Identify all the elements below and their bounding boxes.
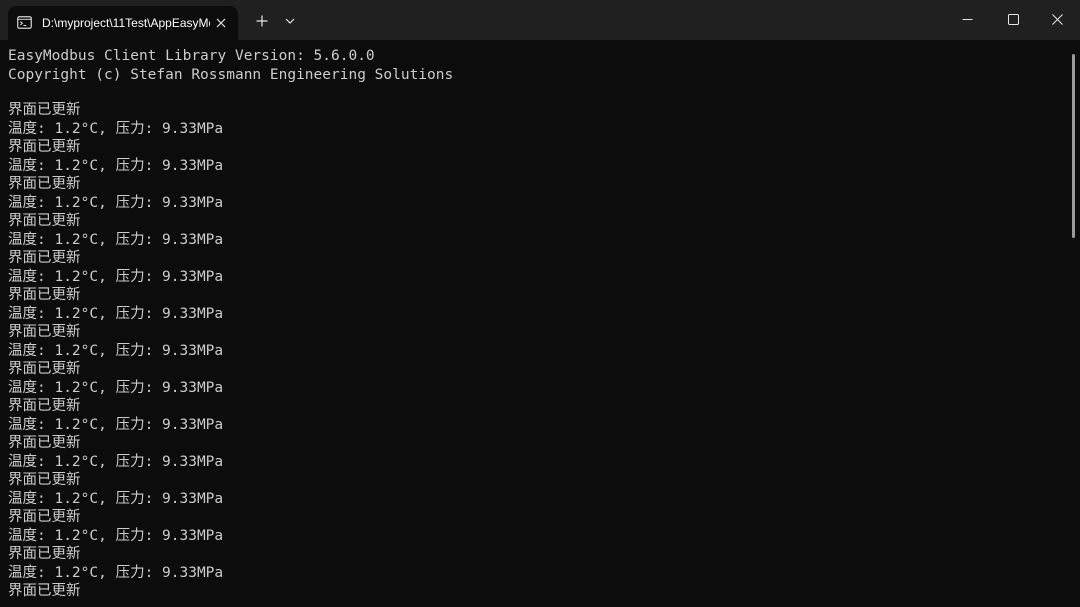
console-line: 温度: 1.2°C, 压力: 9.33MPa <box>8 380 224 396</box>
console-line: 温度: 1.2°C, 压力: 9.33MPa <box>8 232 224 248</box>
console-line: 界面已更新 <box>8 213 81 229</box>
console-line: 温度: 1.2°C, 压力: 9.33MPa <box>8 454 224 470</box>
maximize-button[interactable] <box>990 0 1036 38</box>
console-line: 温度: 1.2°C, 压力: 9.33MPa <box>8 343 224 359</box>
console-line: 温度: 1.2°C, 压力: 9.33MPa <box>8 528 224 544</box>
terminal-tab[interactable]: D:\myproject\11Test\AppEasyModbus\bin\De… <box>8 6 238 40</box>
console-line: 温度: 1.2°C, 压力: 9.33MPa <box>8 306 224 322</box>
console-output[interactable]: EasyModbus Client Library Version: 5.6.0… <box>0 40 1068 607</box>
console-line: 界面已更新 <box>8 324 81 340</box>
tab-title: D:\myproject\11Test\AppEasyModbus\bin\De… <box>42 16 210 30</box>
console-line: 温度: 1.2°C, 压力: 9.33MPa <box>8 195 224 211</box>
terminal-icon <box>17 16 32 29</box>
console-header-line: Copyright (c) Stefan Rossmann Engineerin… <box>8 67 454 83</box>
console-line: 温度: 1.2°C, 压力: 9.33MPa <box>8 417 224 433</box>
vertical-scrollbar[interactable] <box>1068 40 1080 607</box>
console-line: 界面已更新 <box>8 287 81 303</box>
close-window-button[interactable] <box>1034 0 1080 38</box>
plus-icon <box>256 15 268 27</box>
console-line: 温度: 1.2°C, 压力: 9.33MPa <box>8 158 224 174</box>
terminal-window: D:\myproject\11Test\AppEasyModbus\bin\De… <box>0 0 1080 607</box>
console-line: 界面已更新 <box>8 435 81 451</box>
console-line: 界面已更新 <box>8 546 81 562</box>
maximize-icon <box>1007 13 1019 25</box>
console-line: 温度: 1.2°C, 压力: 9.33MPa <box>8 491 224 507</box>
console-line: 界面已更新 <box>8 176 81 192</box>
minimize-button[interactable] <box>944 0 990 38</box>
console-line: 温度: 1.2°C, 压力: 9.33MPa <box>8 565 224 581</box>
console-line: 界面已更新 <box>8 472 81 488</box>
minimize-icon <box>962 18 972 20</box>
chevron-down-icon <box>285 18 295 24</box>
tab-close-button[interactable] <box>212 14 230 32</box>
new-tab-button[interactable] <box>250 6 274 36</box>
console-line: 界面已更新 <box>8 250 81 266</box>
console-line: 界面已更新 <box>8 583 81 599</box>
console-line: 温度: 1.2°C, 压力: 9.33MPa <box>8 121 224 137</box>
console-line: 温度: 1.2°C, 压力: 9.33MPa <box>8 269 224 285</box>
console-header-line: EasyModbus Client Library Version: 5.6.0… <box>8 48 375 64</box>
close-icon <box>216 18 226 28</box>
console-line: 界面已更新 <box>8 102 81 118</box>
console-line: 界面已更新 <box>8 398 81 414</box>
console-line: 界面已更新 <box>8 509 81 525</box>
title-bar[interactable]: D:\myproject\11Test\AppEasyModbus\bin\De… <box>0 0 1080 40</box>
console-line: 界面已更新 <box>8 361 81 377</box>
console-line: 界面已更新 <box>8 139 81 155</box>
close-icon <box>1051 13 1063 25</box>
profile-dropdown-button[interactable] <box>280 6 300 36</box>
scrollbar-thumb[interactable] <box>1072 54 1075 238</box>
